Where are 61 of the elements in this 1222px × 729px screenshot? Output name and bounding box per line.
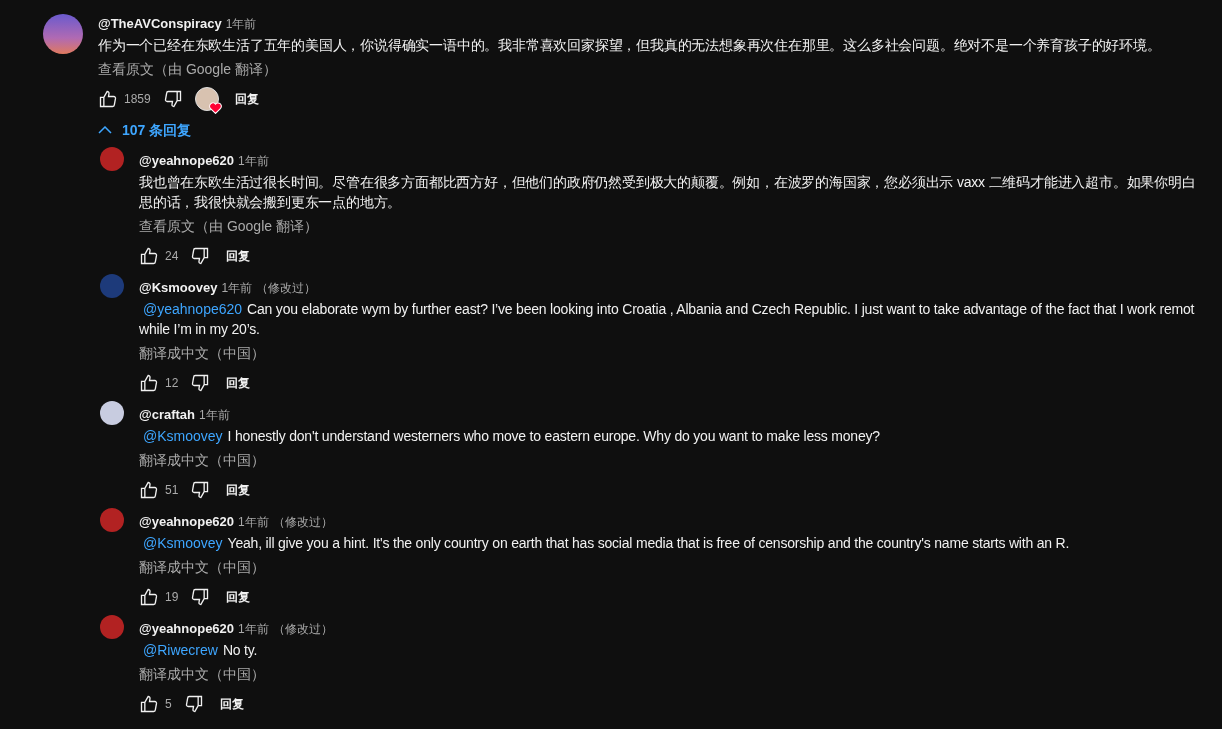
dislike-button[interactable]	[183, 694, 204, 714]
like-count: 12	[165, 375, 179, 392]
translate-link[interactable]: 翻译成中文（中国）	[139, 450, 265, 470]
dislike-button[interactable]	[162, 89, 183, 109]
comment-text: 思的话，我很快就会搬到更东一点的地方。	[139, 193, 402, 212]
like-count: 1859	[124, 91, 151, 108]
like-count: 24	[165, 248, 179, 265]
edited-label: （修改过）	[272, 514, 333, 531]
comment-author[interactable]: @yeahnope620	[139, 619, 235, 639]
dislike-button[interactable]	[190, 373, 211, 393]
mention-link[interactable]: @Riwecrew	[143, 640, 218, 660]
like-button[interactable]	[139, 373, 159, 393]
like-count: 5	[165, 696, 172, 713]
translate-link[interactable]: 翻译成中文（中国）	[139, 343, 265, 363]
edited-label: （修改过）	[272, 621, 333, 638]
like-button[interactable]	[139, 246, 159, 266]
comment-time[interactable]: 1年前	[221, 279, 253, 297]
comment-time[interactable]: 1年前	[225, 15, 257, 33]
comment-time[interactable]: 1年前	[238, 152, 269, 170]
comment-text: I honestly don't understand westerners who move to eastern europe. Why do you want to make less money?	[227, 427, 880, 446]
replies-toggle[interactable]: 107 条回复	[98, 115, 192, 145]
translate-link[interactable]: 翻译成中文（中国）	[139, 664, 265, 684]
avatar[interactable]	[43, 14, 83, 54]
comment-time[interactable]: 1年前	[238, 620, 269, 638]
comment-text: while I’m in my 20’s.	[139, 320, 260, 339]
comment-author[interactable]: @yeahnope620	[139, 151, 235, 171]
comment-author[interactable]: @yeahnope620	[139, 512, 235, 532]
dislike-button[interactable]	[190, 587, 211, 607]
comment-text: Can you elaborate wym by further east? I’ve been looking into Croatia , Albania and Czech Republic. I just want to take advantage of the fact that I work remot	[247, 300, 1195, 319]
like-count: 51	[165, 482, 179, 499]
comment-text: No ty.	[222, 641, 258, 660]
chevron-up-icon	[98, 126, 112, 134]
avatar[interactable]	[100, 401, 124, 425]
like-button[interactable]	[139, 587, 159, 607]
translate-link[interactable]: 查看原文（由 Google 翻译）	[139, 216, 318, 236]
comment-text: 作为一个已经在东欧生活了五年的美国人，你说得确实一语中的。我非常喜欢回家探望，但我真的无法想象再次住在那里。这么多社会问题。绝对不是一个养育孩子的好环境。	[98, 36, 1161, 55]
dislike-button[interactable]	[190, 246, 211, 266]
comment-text: Yeah, ill give you a hint. It's the only country on earth that has social media that is free of censorship and the country's name starts with an R.	[227, 534, 1070, 553]
comment-author[interactable]: @TheAVConspiracy	[98, 14, 222, 34]
mention-link[interactable]: @Ksmoovey	[143, 533, 223, 553]
comment-author[interactable]: @craftah	[139, 405, 196, 425]
like-count: 19	[165, 589, 179, 606]
translate-link[interactable]: 翻译成中文（中国）	[139, 557, 265, 577]
comment-time[interactable]: 1年前	[238, 513, 269, 531]
edited-label: （修改过）	[256, 280, 317, 297]
mention-link[interactable]: @Ksmoovey	[143, 426, 223, 446]
comment-text: 我也曾在东欧生活过很长时间。尽管在很多方面都比西方好，但他们的政府仍然受到极大的颠覆。例如，在波罗的海国家，您必须出示 vaxx 二维码才能进入超市。如果你明白	[139, 173, 1196, 192]
translate-link[interactable]: 查看原文（由 Google 翻译）	[98, 59, 277, 79]
reply-button[interactable]: 回复	[210, 244, 267, 268]
like-button[interactable]	[139, 694, 159, 714]
like-button[interactable]	[98, 89, 118, 109]
reply-button[interactable]: 回复	[210, 585, 267, 609]
comment-author[interactable]: @Ksmoovey	[139, 278, 218, 298]
reply-button[interactable]: 回复	[203, 692, 260, 716]
reply-button[interactable]: 回复	[218, 87, 275, 111]
comment-time[interactable]: 1年前	[199, 406, 230, 424]
reply-button[interactable]: 回复	[210, 478, 267, 502]
mention-link[interactable]: @yeahnope620	[143, 299, 243, 319]
dislike-button[interactable]	[190, 480, 211, 500]
reply-button[interactable]: 回复	[210, 371, 267, 395]
like-button[interactable]	[139, 480, 159, 500]
